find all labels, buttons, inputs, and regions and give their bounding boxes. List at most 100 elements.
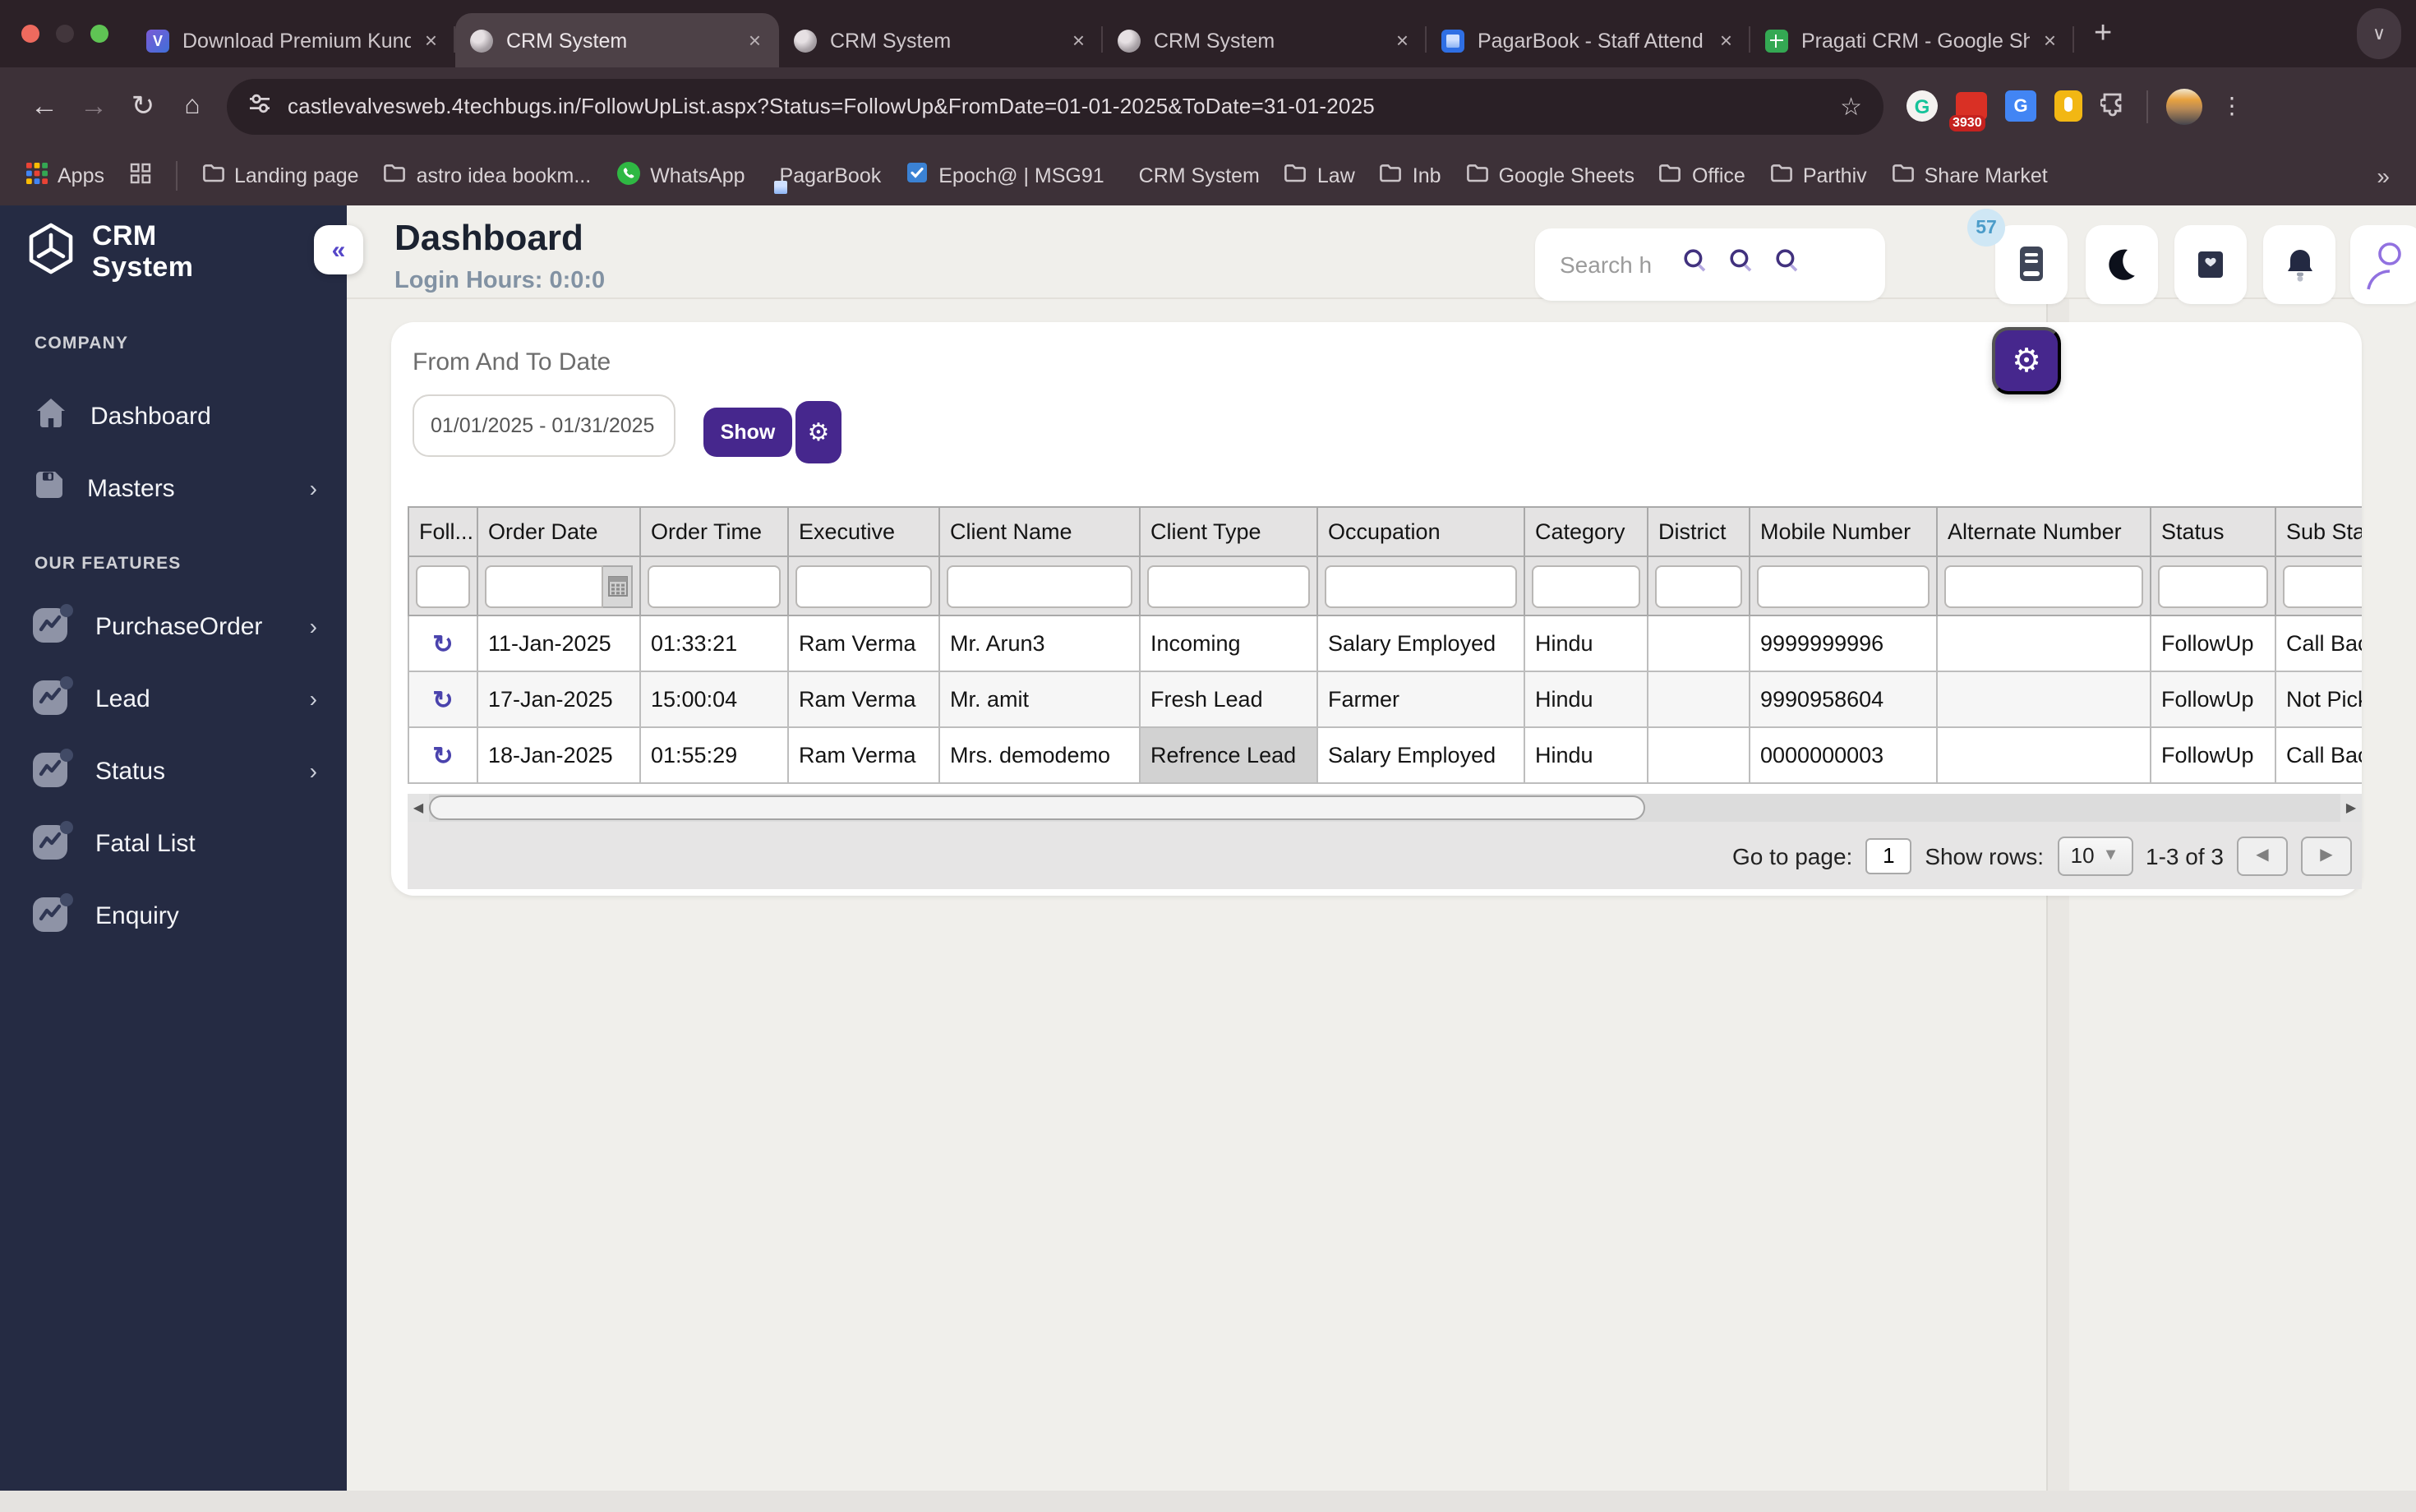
table-cell[interactable]: FollowUp [2150, 726, 2276, 784]
scroll-right-icon[interactable]: ▶ [2340, 794, 2362, 822]
tab-close-icon[interactable]: × [422, 28, 440, 53]
column-filter-input[interactable] [2158, 565, 2268, 607]
column-filter-input[interactable] [648, 565, 781, 607]
browser-tab[interactable]: PagarBook - Staff Attend × [1427, 13, 1750, 67]
table-cell[interactable]: Mr. Arun3 [938, 615, 1141, 672]
new-tab-button[interactable]: + [2094, 10, 2112, 59]
tab-close-icon[interactable]: × [1717, 28, 1736, 53]
column-header[interactable]: Client Type [1139, 506, 1318, 557]
followup-refresh-icon[interactable]: ↻ [408, 726, 478, 784]
site-settings-icon[interactable] [248, 92, 271, 120]
column-filter-input[interactable] [1532, 565, 1640, 607]
bookmark-item[interactable]: Landing page [201, 163, 359, 187]
bookmark-item[interactable] [129, 162, 150, 188]
address-bar[interactable]: castlevalvesweb.4techbugs.in/FollowUpLis… [227, 78, 1883, 134]
column-header[interactable]: Mobile Number [1749, 506, 1938, 557]
next-page-button[interactable]: ▶ [2301, 836, 2352, 875]
table-cell[interactable]: 18-Jan-2025 [477, 726, 641, 784]
sidebar-item-fatal-list[interactable]: Fatal List [0, 807, 347, 879]
table-row[interactable]: ↻ 18-Jan-2025 01:55:29 Ram Verma Mrs. demode… [408, 726, 2362, 784]
table-row[interactable]: ↻ 17-Jan-2025 15:00:04 Ram Verma Mr. amit Fre… [408, 671, 2362, 728]
column-header[interactable]: Client Name [938, 506, 1141, 557]
translate-extension-icon[interactable]: G [2005, 90, 2036, 122]
table-cell[interactable]: 11-Jan-2025 [477, 615, 641, 672]
table-cell[interactable]: Refrence Lead [1139, 726, 1318, 784]
browser-tab[interactable]: V Download Premium Kund × [131, 13, 455, 67]
bookmark-item[interactable]: Parthiv [1770, 163, 1867, 187]
date-range-input[interactable]: 01/01/2025 - 01/31/2025 [413, 394, 675, 457]
table-cell[interactable]: 0000000003 [1749, 726, 1938, 784]
mail-extension-icon[interactable]: 3930 [1949, 92, 1987, 131]
bookmark-item[interactable]: Google Sheets [1466, 163, 1634, 187]
column-header[interactable]: Order Time [639, 506, 789, 557]
column-filter-input[interactable] [416, 565, 470, 607]
column-header[interactable]: Foll... [408, 506, 478, 557]
column-filter-input[interactable] [795, 565, 932, 607]
bookmark-item[interactable]: CRM System [1129, 164, 1260, 187]
table-cell[interactable]: FollowUp [2150, 671, 2276, 728]
notifications-button[interactable] [2263, 225, 2335, 304]
table-cell[interactable]: Call Back [2275, 615, 2362, 672]
page-number-input[interactable] [1865, 837, 1912, 874]
sidebar-item-masters[interactable]: Masters › [0, 452, 347, 524]
table-cell[interactable] [1936, 615, 2151, 672]
table-cell[interactable]: 15:00:04 [639, 671, 789, 728]
bookmark-item[interactable]: Apps [26, 162, 104, 188]
filter-gear-icon[interactable]: ⚙ [795, 401, 841, 463]
sidebar-item-status[interactable]: Status › [0, 735, 347, 807]
extensions-puzzle-icon[interactable] [2099, 88, 2128, 124]
sidebar-collapse-button[interactable]: « [314, 225, 363, 274]
bookmark-item[interactable]: Inb [1380, 163, 1441, 187]
table-cell[interactable]: 01:55:29 [639, 726, 789, 784]
back-icon[interactable]: ← [20, 90, 69, 122]
table-cell[interactable]: 01:33:21 [639, 615, 789, 672]
browser-tab[interactable]: Pragati CRM - Google Sh × [1750, 13, 2074, 67]
journal-button[interactable] [1995, 225, 2068, 304]
column-header[interactable]: Sub Stat [2275, 506, 2362, 557]
table-cell[interactable] [1936, 726, 2151, 784]
table-cell[interactable]: FollowUp [2150, 615, 2276, 672]
bookmark-item[interactable]: Epoch@ | MSG91 [906, 161, 1104, 189]
column-header[interactable]: Executive [787, 506, 940, 557]
table-cell[interactable]: 9990958604 [1749, 671, 1938, 728]
table-row[interactable]: ↻ 11-Jan-2025 01:33:21 Ram Verma Mr. Arun3 In… [408, 615, 2362, 672]
close-window-button[interactable] [21, 25, 39, 43]
browser-menu-icon[interactable]: ⋮ [2220, 92, 2243, 120]
bookmark-item[interactable]: Law [1284, 163, 1355, 187]
bookmark-item[interactable]: WhatsApp [616, 160, 745, 190]
sidebar-item-purchaseorder[interactable]: PurchaseOrder › [0, 590, 347, 662]
browser-tab[interactable]: CRM System × [779, 13, 1103, 67]
tab-search-button[interactable]: ∨ [2357, 8, 2401, 59]
table-cell[interactable] [1647, 671, 1750, 728]
settings-fab-gear-icon[interactable]: ⚙ [1992, 327, 2061, 394]
forward-icon[interactable]: → [69, 90, 118, 122]
table-cell[interactable] [1647, 726, 1750, 784]
table-cell[interactable]: Farmer [1316, 671, 1525, 728]
table-cell[interactable]: Incoming [1139, 615, 1318, 672]
reload-icon[interactable]: ↻ [118, 90, 168, 122]
search-input[interactable] [1556, 250, 1662, 279]
column-filter-input[interactable] [2283, 565, 2362, 607]
url-text[interactable]: castlevalvesweb.4techbugs.in/FollowUpLis… [288, 94, 1824, 118]
search-icon[interactable] [1683, 248, 1708, 281]
table-cell[interactable]: Mrs. demodemo [938, 726, 1141, 784]
mail-button[interactable] [2174, 225, 2247, 304]
tab-close-icon[interactable]: × [1069, 28, 1088, 53]
tab-close-icon[interactable]: × [1393, 28, 1412, 53]
scroll-left-icon[interactable]: ◀ [408, 794, 429, 822]
bookmark-star-icon[interactable]: ☆ [1840, 91, 1862, 121]
dark-mode-button[interactable] [2086, 225, 2158, 304]
bookmark-item[interactable]: PagarBook [770, 164, 882, 187]
column-header[interactable]: Alternate Number [1936, 506, 2151, 557]
sidebar-item-lead[interactable]: Lead › [0, 662, 347, 735]
table-cell[interactable] [1647, 615, 1750, 672]
column-filter-input[interactable] [947, 565, 1132, 607]
profile-avatar[interactable] [2166, 88, 2202, 124]
column-filter-input[interactable] [1655, 565, 1742, 607]
table-cell[interactable]: 9999999996 [1749, 615, 1938, 672]
table-horizontal-scrollbar[interactable]: ◀ ▶ [408, 794, 2362, 822]
tab-close-icon[interactable]: × [745, 28, 764, 53]
column-header[interactable]: Status [2150, 506, 2276, 557]
table-cell[interactable]: Ram Verma [787, 671, 940, 728]
table-cell[interactable]: Hindu [1524, 615, 1648, 672]
